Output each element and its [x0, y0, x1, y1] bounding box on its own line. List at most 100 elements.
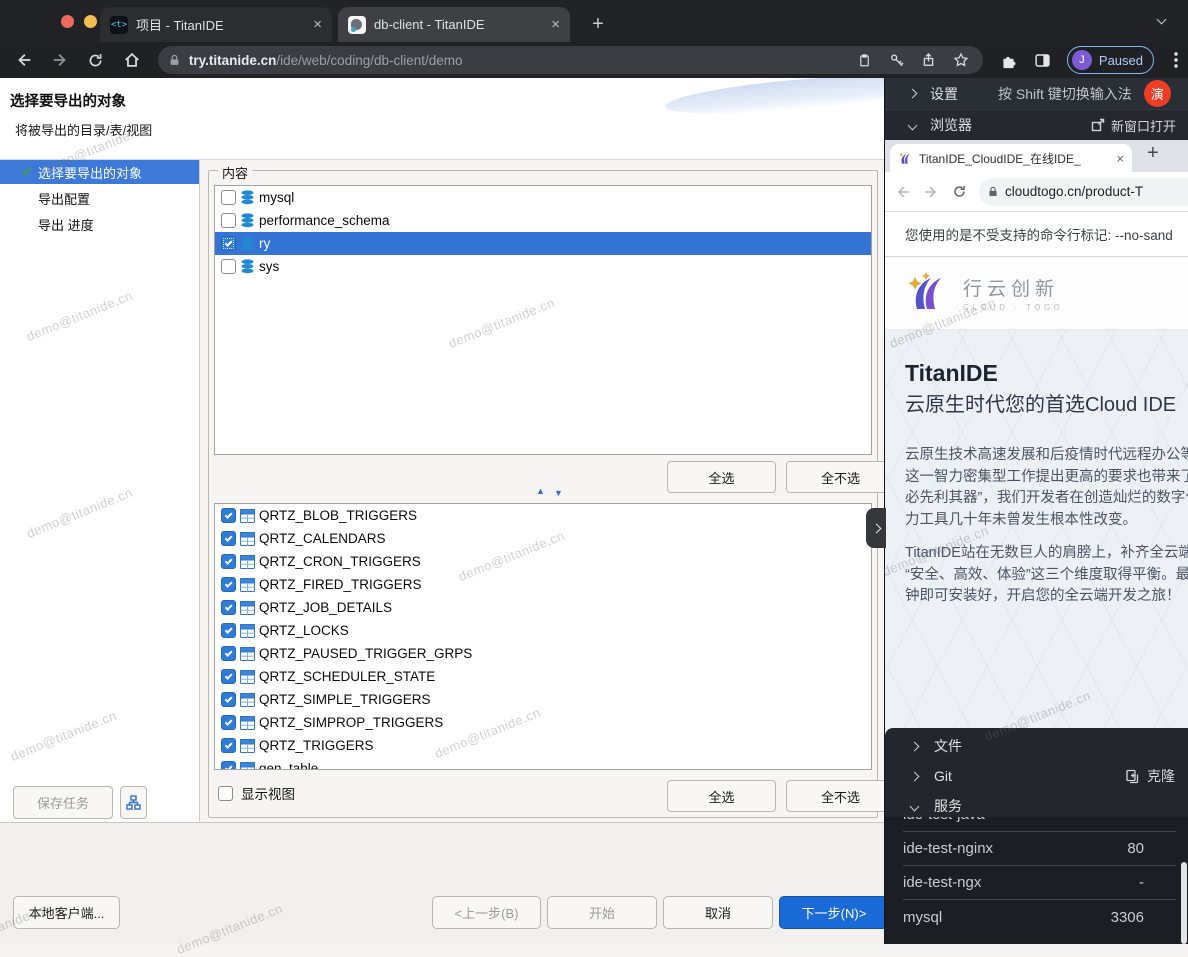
select-none-button-bottom[interactable]: 全不选 [786, 780, 895, 812]
show-views-checkbox[interactable] [218, 786, 233, 801]
inner-reload-icon[interactable] [947, 180, 971, 204]
select-all-button-top[interactable]: 全选 [667, 461, 776, 493]
side-panel-icon[interactable] [1031, 48, 1055, 72]
open-new-window-icon[interactable] [1091, 118, 1105, 132]
wizard-step[interactable]: 选择要导出的对象 [0, 160, 199, 184]
inner-browser-toolbar: cloudtogo.cn/product-T [885, 172, 1188, 212]
services-scrollbar[interactable] [1181, 862, 1187, 944]
list-row[interactable]: QRTZ_SIMPLE_TRIGGERS [215, 688, 871, 711]
back-step-button[interactable]: <上一步(B) [432, 896, 541, 929]
menu-kebab-icon[interactable] [1164, 48, 1188, 72]
files-panel-header[interactable]: 文件 [885, 731, 1188, 761]
wizard-step[interactable]: 导出 进度 [0, 213, 199, 236]
list-row[interactable]: QRTZ_JOB_DETAILS [215, 596, 871, 619]
list-row[interactable]: QRTZ_FIRED_TRIGGERS [215, 573, 871, 596]
browser-section-header[interactable]: 浏览器 新窗口打开 [885, 109, 1188, 140]
unsupported-flag-warning: 您使用的是不受支持的命令行标记: --no-sand [885, 212, 1188, 257]
service-row[interactable]: ide-test-java- [903, 817, 1176, 832]
service-row[interactable]: mysql3306 [903, 900, 1176, 934]
step-label: 导出 进度 [38, 215, 94, 234]
row-checkbox[interactable] [221, 213, 236, 228]
inner-forward-icon[interactable] [919, 180, 943, 204]
list-row[interactable]: QRTZ_LOCKS [215, 619, 871, 642]
git-clone-label[interactable]: 克隆 [1147, 766, 1175, 786]
ime-hint: 按 Shift 键切换输入法 [998, 84, 1132, 104]
reload-icon[interactable] [84, 48, 108, 72]
row-checkbox[interactable] [221, 236, 236, 251]
macos-close-button[interactable] [61, 15, 74, 28]
database-icon [240, 259, 255, 274]
profile-button[interactable]: J Paused [1067, 46, 1154, 74]
row-checkbox[interactable] [221, 692, 236, 707]
forward-icon[interactable] [48, 48, 72, 72]
list-row[interactable]: QRTZ_BLOB_TRIGGERS [215, 504, 871, 527]
splitter-up-icon[interactable]: ▲ [536, 487, 545, 496]
list-row[interactable]: performance_schema [215, 209, 871, 232]
bookmark-star-icon[interactable] [949, 48, 973, 72]
git-clone-icon[interactable] [1125, 769, 1140, 784]
row-checkbox[interactable] [221, 715, 236, 730]
git-panel-header[interactable]: Git 克隆 [885, 761, 1188, 791]
start-button[interactable]: 开始 [547, 896, 657, 929]
open-new-window-label[interactable]: 新窗口打开 [1111, 116, 1176, 135]
home-icon[interactable] [120, 48, 144, 72]
database-list[interactable]: mysql performance_schemarysys [214, 185, 872, 455]
browser-tab-project[interactable]: <t> 项目 - TitanIDE × [100, 7, 332, 42]
next-step-button[interactable]: 下一步(N)> [779, 896, 889, 929]
row-checkbox[interactable] [221, 577, 236, 592]
list-row[interactable]: mysql [215, 186, 871, 209]
list-row[interactable]: QRTZ_SCHEDULER_STATE [215, 665, 871, 688]
row-checkbox[interactable] [221, 259, 236, 274]
wizard-step[interactable]: 导出配置 [0, 187, 199, 210]
tab-close-icon[interactable]: × [313, 16, 322, 33]
clipboard-icon[interactable] [853, 48, 877, 72]
password-key-icon[interactable] [885, 48, 909, 72]
row-checkbox[interactable] [221, 738, 236, 753]
cancel-button[interactable]: 取消 [663, 896, 773, 929]
row-checkbox[interactable] [221, 646, 236, 661]
list-row[interactable]: ry [215, 232, 871, 255]
service-row[interactable]: ide-test-ngx- [903, 866, 1176, 900]
inner-browser-tab[interactable]: TitanIDE_CloudIDE_在线IDE_ × [890, 144, 1132, 172]
service-row[interactable]: ide-test-nginx80 [903, 832, 1176, 866]
extensions-puzzle-icon[interactable] [997, 48, 1021, 72]
row-checkbox[interactable] [221, 761, 236, 770]
address-bar[interactable]: try.titanide.cn /ide/web/coding/db-clien… [158, 46, 983, 74]
list-row[interactable]: sys [215, 255, 871, 278]
tab-close-icon[interactable]: × [551, 16, 560, 33]
splitter-down-icon[interactable]: ▼ [554, 489, 563, 498]
row-checkbox[interactable] [221, 531, 236, 546]
list-row[interactable]: QRTZ_CRON_TRIGGERS [215, 550, 871, 573]
select-all-button-bottom[interactable]: 全选 [667, 780, 776, 812]
inner-address-bar[interactable]: cloudtogo.cn/product-T [979, 178, 1188, 206]
panel-collapse-handle[interactable] [866, 508, 886, 548]
list-row[interactable]: QRTZ_TRIGGERS [215, 734, 871, 757]
save-task-button[interactable]: 保存任务 [13, 786, 113, 819]
share-icon[interactable] [917, 48, 941, 72]
row-checkbox[interactable] [221, 554, 236, 569]
inner-new-tab-button[interactable]: + [1147, 142, 1159, 165]
select-none-button-top[interactable]: 全不选 [786, 461, 895, 493]
table-icon [240, 509, 255, 523]
list-row[interactable]: gen_table [215, 757, 871, 770]
row-checkbox[interactable] [221, 190, 236, 205]
settings-section-header[interactable]: 设置 按 Shift 键切换输入法 演 [885, 78, 1188, 109]
row-label: mysql [259, 190, 294, 205]
browser-tab-strip: <t> 项目 - TitanIDE × db-client - TitanIDE… [0, 0, 1188, 42]
new-tab-button[interactable]: + [585, 11, 611, 37]
row-checkbox[interactable] [221, 508, 236, 523]
sitemap-button[interactable] [120, 786, 147, 819]
back-icon[interactable] [12, 48, 36, 72]
browser-tab-db-client[interactable]: db-client - TitanIDE × [338, 7, 570, 42]
row-label: QRTZ_LOCKS [259, 623, 349, 638]
row-checkbox[interactable] [221, 623, 236, 638]
inner-tab-close-icon[interactable]: × [1116, 151, 1124, 166]
row-checkbox[interactable] [221, 600, 236, 615]
inner-back-icon[interactable] [891, 180, 915, 204]
row-checkbox[interactable] [221, 669, 236, 684]
list-row[interactable]: QRTZ_PAUSED_TRIGGER_GRPS [215, 642, 871, 665]
tab-search-chevron-icon[interactable] [1157, 15, 1167, 25]
list-row[interactable]: QRTZ_SIMPROP_TRIGGERS [215, 711, 871, 734]
macos-minimize-button[interactable] [84, 15, 97, 28]
row-label: QRTZ_CALENDARS [259, 531, 386, 546]
